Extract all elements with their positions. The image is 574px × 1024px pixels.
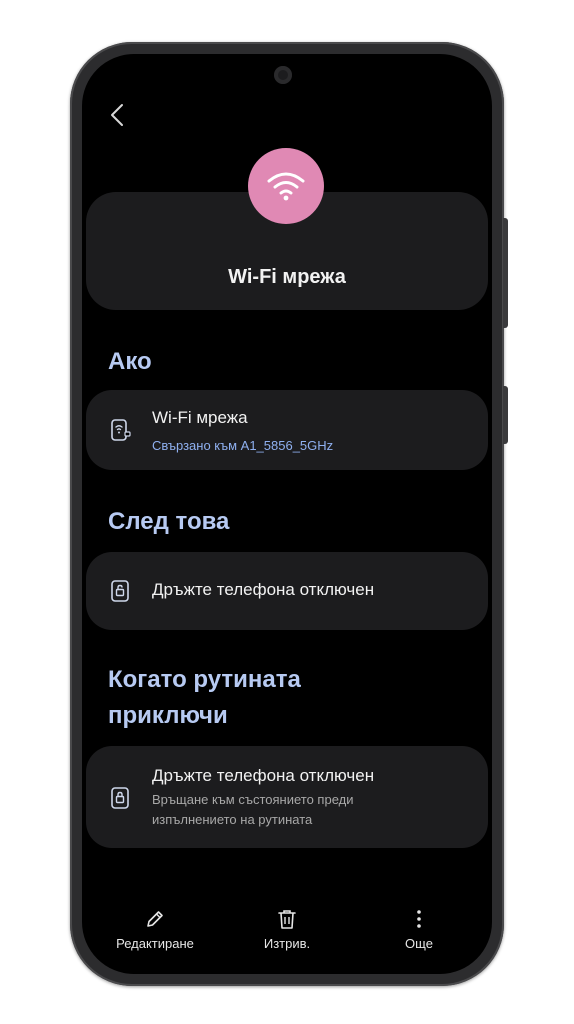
end-action-title: Дръжте телефона отключен <box>152 766 375 785</box>
edit-button[interactable]: Редактиране <box>100 908 210 951</box>
delete-button[interactable]: Изтрив. <box>232 908 342 951</box>
section-when-done-label: Когато рутината приключи <box>108 666 301 729</box>
phone-frame: Wi-Fi мрежа Ако Wi-Fi мрежа Свързано към… <box>70 42 508 986</box>
section-if-label: Ако <box>108 348 152 375</box>
lock-icon <box>111 787 129 809</box>
power-button <box>503 386 508 444</box>
action-title: Дръжте телефона отключен <box>152 580 375 599</box>
edit-label: Редактиране <box>116 936 194 951</box>
condition-subtitle: Свързано към A1_5856_5GHz <box>152 438 334 453</box>
volume-button <box>503 218 508 328</box>
end-action-card[interactable]: Дръжте телефона отключен Връщане към със… <box>86 746 488 848</box>
section-then-label: След това <box>108 508 230 535</box>
trash-icon <box>278 910 296 929</box>
chevron-left-icon <box>111 104 123 126</box>
more-button[interactable]: Още <box>364 908 474 951</box>
back-button[interactable] <box>100 98 134 132</box>
unlock-icon <box>111 580 129 602</box>
routine-title: Wi-Fi мрежа <box>228 266 346 288</box>
front-camera <box>274 66 292 84</box>
pencil-icon <box>147 911 163 927</box>
condition-card[interactable]: Wi-Fi мрежа Свързано към A1_5856_5GHz <box>86 390 488 470</box>
end-action-subtitle: Връщане към състоянието преди изпълнение… <box>152 792 354 827</box>
condition-title: Wi-Fi мрежа <box>152 408 248 427</box>
bottom-action-bar: Редактиране Изтрив. Още <box>82 900 492 964</box>
wifi-device-icon <box>111 419 131 441</box>
wifi-icon <box>248 148 324 224</box>
delete-label: Изтрив. <box>263 936 311 951</box>
more-label: Още <box>405 936 433 951</box>
more-vertical-icon <box>417 910 421 928</box>
screen: Wi-Fi мрежа Ако Wi-Fi мрежа Свързано към… <box>82 54 492 974</box>
action-card[interactable]: Дръжте телефона отключен <box>86 552 488 630</box>
